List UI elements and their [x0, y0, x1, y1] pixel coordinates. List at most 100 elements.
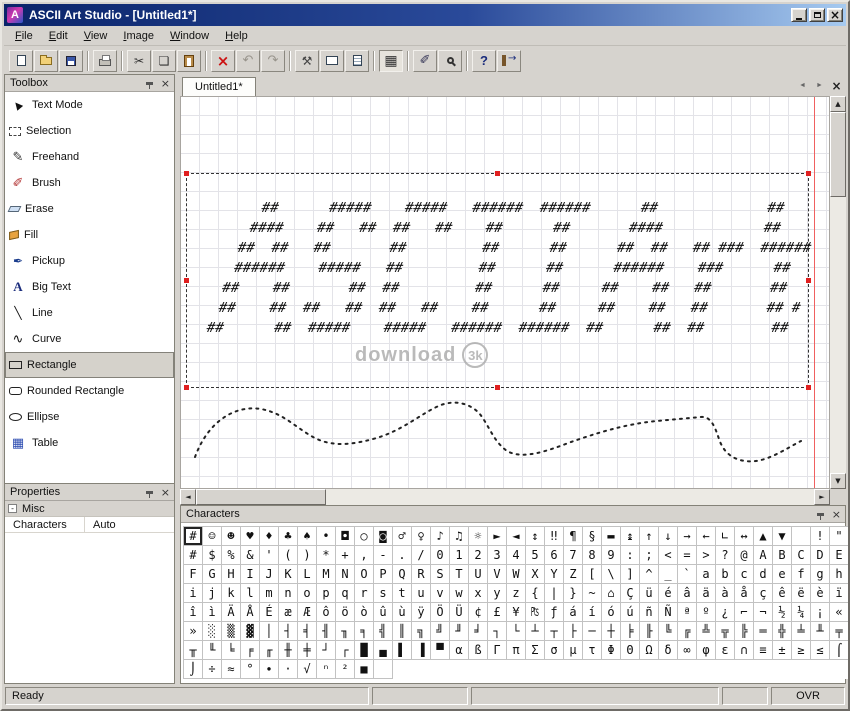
character-cell[interactable]: \ — [602, 565, 621, 584]
character-cell[interactable]: ▲ — [754, 527, 773, 546]
character-cell[interactable]: ╣ — [374, 622, 393, 641]
character-cell[interactable]: ▓ — [241, 622, 260, 641]
character-cell[interactable]: └ — [507, 622, 526, 641]
character-cell[interactable]: ä — [697, 584, 716, 603]
character-cell[interactable]: ] — [621, 565, 640, 584]
character-cell[interactable]: 3 — [488, 546, 507, 565]
tool-ellipse[interactable]: Ellipse — [5, 404, 174, 430]
character-cell[interactable]: n — [279, 584, 298, 603]
character-cell[interactable]: ^ — [640, 565, 659, 584]
character-cell[interactable]: ¥ — [507, 603, 526, 622]
character-cell[interactable]: # — [184, 527, 203, 546]
character-cell[interactable]: ⌠ — [830, 641, 849, 660]
character-cell[interactable]: ⌡ — [184, 660, 203, 679]
character-cell[interactable]: ▄ — [374, 641, 393, 660]
character-cell[interactable]: . — [393, 546, 412, 565]
character-cell[interactable]: ─ — [583, 622, 602, 641]
tool-line[interactable]: Line — [5, 300, 174, 326]
character-cell[interactable]: 4 — [507, 546, 526, 565]
character-cell[interactable]: ┘ — [317, 641, 336, 660]
character-cell[interactable]: ▌ — [393, 641, 412, 660]
zoom-button[interactable] — [438, 50, 462, 72]
character-cell[interactable]: ' — [260, 546, 279, 565]
character-cell[interactable]: √ — [298, 660, 317, 679]
character-cell[interactable]: ú — [621, 603, 640, 622]
character-cell[interactable]: ü — [640, 584, 659, 603]
character-cell[interactable]: J — [260, 565, 279, 584]
character-cell[interactable]: ╒ — [241, 641, 260, 660]
selection-handle[interactable] — [806, 171, 811, 176]
print-button[interactable] — [93, 50, 117, 72]
character-cell[interactable]: ═ — [754, 622, 773, 641]
character-cell[interactable]: L — [298, 565, 317, 584]
character-cell[interactable]: ♣ — [279, 527, 298, 546]
selection-handle[interactable] — [184, 385, 189, 390]
character-cell[interactable]: │ — [260, 622, 279, 641]
character-cell[interactable]: ↕ — [526, 527, 545, 546]
character-cell[interactable]: ╥ — [184, 641, 203, 660]
character-cell[interactable]: ¿ — [716, 603, 735, 622]
character-cell[interactable]: ç — [754, 584, 773, 603]
vertical-scrollbar[interactable]: ▲ ▼ — [830, 96, 846, 489]
character-cell[interactable]: • — [317, 527, 336, 546]
help-button[interactable] — [472, 50, 496, 72]
character-cell[interactable]: a — [697, 565, 716, 584]
character-cell[interactable]: j — [203, 584, 222, 603]
character-cell[interactable]: 2 — [469, 546, 488, 565]
character-cell[interactable]: ╤ — [830, 622, 849, 641]
character-cell[interactable]: ≥ — [792, 641, 811, 660]
character-cell[interactable]: 1 — [450, 546, 469, 565]
character-cell[interactable]: i — [184, 584, 203, 603]
selection-handle[interactable] — [495, 171, 500, 176]
character-cell[interactable]: ⌐ — [735, 603, 754, 622]
vertical-scroll-thumb[interactable] — [830, 112, 846, 197]
character-cell[interactable]: ▒ — [222, 622, 241, 641]
character-cell[interactable]: à — [716, 584, 735, 603]
character-cell[interactable]: ¢ — [469, 603, 488, 622]
character-cell[interactable]: » — [184, 622, 203, 641]
character-cell[interactable]: ¡ — [811, 603, 830, 622]
character-cell[interactable]: ö — [336, 603, 355, 622]
character-cell[interactable]: º — [697, 603, 716, 622]
character-cell[interactable]: â — [678, 584, 697, 603]
character-cell[interactable]: ║ — [393, 622, 412, 641]
character-cell[interactable]: φ — [697, 641, 716, 660]
character-cell[interactable]: ( — [279, 546, 298, 565]
character-cell[interactable]: ♠ — [298, 527, 317, 546]
menu-file[interactable]: File — [7, 27, 41, 45]
character-cell[interactable]: s — [374, 584, 393, 603]
restore-button[interactable] — [809, 8, 825, 22]
redo-button[interactable] — [261, 50, 285, 72]
character-cell[interactable]: ∞ — [678, 641, 697, 660]
character-cell[interactable]: ↨ — [621, 527, 640, 546]
character-cell[interactable]: V — [488, 565, 507, 584]
character-cell[interactable]: ∙ — [260, 660, 279, 679]
image-properties-button[interactable] — [320, 50, 344, 72]
character-cell[interactable]: K — [279, 565, 298, 584]
character-cell[interactable]: u — [412, 584, 431, 603]
collapse-icon[interactable] — [8, 504, 17, 513]
character-cell[interactable]: ♥ — [241, 527, 260, 546]
character-cell[interactable]: ┼ — [602, 622, 621, 641]
character-cell[interactable]: ┐ — [488, 622, 507, 641]
character-cell[interactable] — [374, 660, 393, 679]
character-cell[interactable]: ₧ — [526, 603, 545, 622]
selection-handle[interactable] — [806, 278, 811, 283]
tool-text-mode[interactable]: Text Mode — [5, 92, 174, 118]
tool-pickup[interactable]: Pickup — [5, 248, 174, 274]
character-cell[interactable]: d — [754, 565, 773, 584]
character-cell[interactable]: F — [184, 565, 203, 584]
character-cell[interactable]: ┴ — [526, 622, 545, 641]
character-cell[interactable]: ▬ — [602, 527, 621, 546]
character-cell[interactable]: M — [317, 565, 336, 584]
character-cell[interactable]: ª — [678, 603, 697, 622]
character-cell[interactable]: ╖ — [336, 622, 355, 641]
character-cell[interactable]: - — [374, 546, 393, 565]
character-cell[interactable]: ↓ — [659, 527, 678, 546]
character-cell[interactable]: Q — [393, 565, 412, 584]
tab-close-icon[interactable] — [829, 78, 844, 93]
character-cell[interactable]: Γ — [488, 641, 507, 660]
character-cell[interactable]: | — [545, 584, 564, 603]
character-cell[interactable]: ~ — [583, 584, 602, 603]
character-cell[interactable]: ± — [773, 641, 792, 660]
